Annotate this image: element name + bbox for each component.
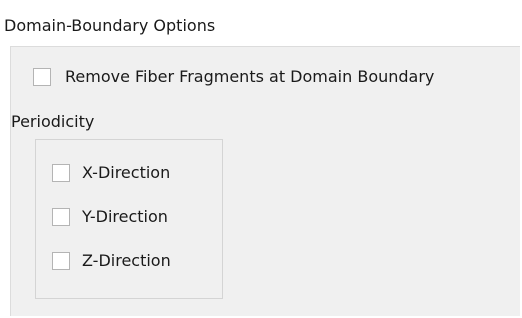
y-direction-checkbox[interactable]	[52, 208, 70, 226]
x-direction-checkbox[interactable]	[52, 164, 70, 182]
z-direction-checkbox[interactable]	[52, 252, 70, 270]
periodicity-label: Periodicity	[11, 112, 95, 131]
z-direction-label[interactable]: Z-Direction	[82, 251, 171, 271]
group-title: Domain-Boundary Options	[4, 16, 216, 35]
remove-fragments-checkbox[interactable]	[33, 68, 51, 86]
periodicity-group: X-Direction Y-Direction Z-Direction	[35, 139, 223, 299]
y-direction-label[interactable]: Y-Direction	[82, 207, 168, 227]
domain-boundary-group: Remove Fiber Fragments at Domain Boundar…	[10, 46, 520, 316]
x-direction-label[interactable]: X-Direction	[82, 163, 170, 183]
remove-fragments-label[interactable]: Remove Fiber Fragments at Domain Boundar…	[65, 67, 434, 87]
